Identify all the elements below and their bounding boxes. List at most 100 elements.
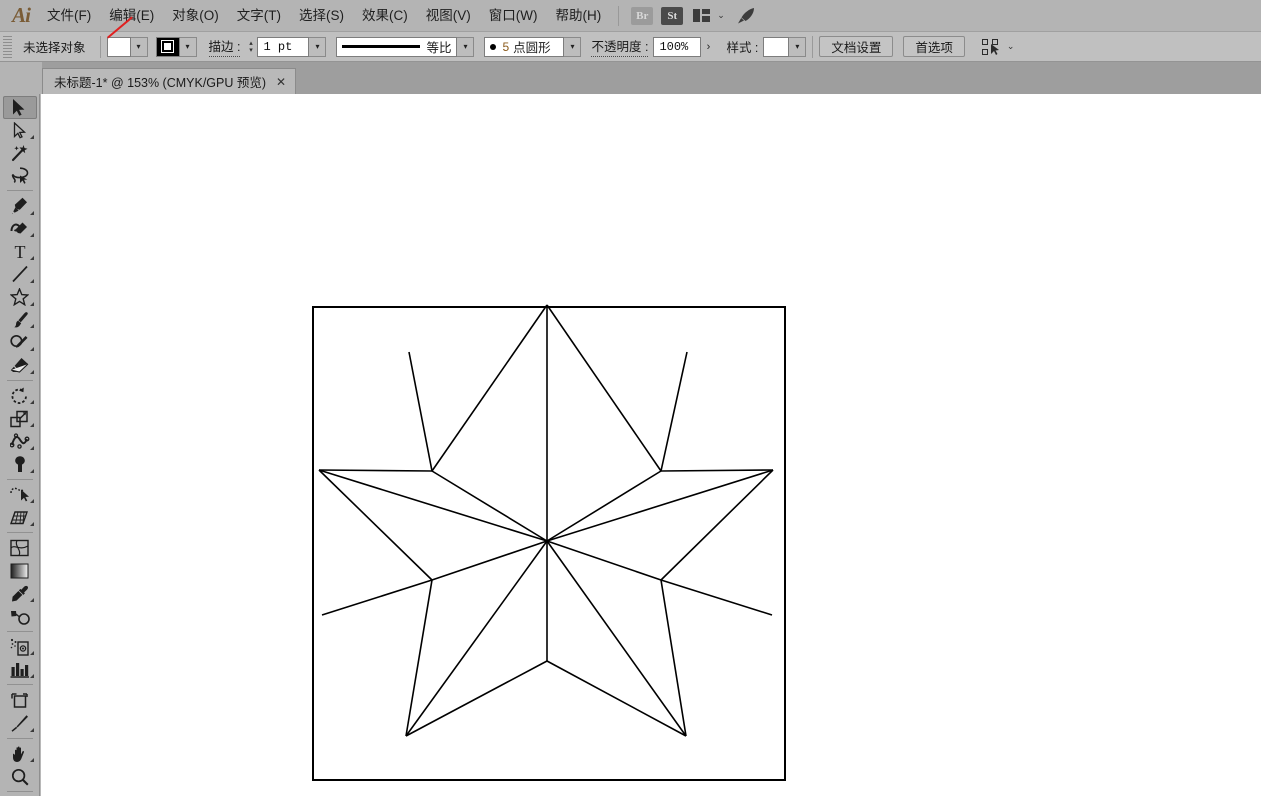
- zoom-tool[interactable]: [3, 765, 37, 788]
- mesh-tool[interactable]: [3, 537, 37, 560]
- arrange-chevron-down-icon[interactable]: ⌄: [717, 10, 725, 21]
- stroke-color-control[interactable]: ▾: [155, 36, 197, 57]
- select-similar-chevron-down-icon[interactable]: ⌄: [1007, 41, 1015, 52]
- arrange-documents-icon[interactable]: [691, 6, 711, 26]
- star-extension[interactable]: [660, 351, 688, 472]
- stroke-dropdown-chevron-down-icon[interactable]: ▾: [179, 36, 197, 57]
- brush-definition-preview[interactable]: 5 点圆形: [484, 36, 565, 57]
- style-chevron-down-icon[interactable]: ▾: [789, 36, 807, 57]
- bridge-icon[interactable]: Br: [631, 6, 654, 25]
- blend-tool[interactable]: [3, 605, 37, 628]
- menu-type[interactable]: 文字(T): [228, 0, 290, 32]
- rocket-icon[interactable]: [735, 6, 759, 26]
- menu-window[interactable]: 窗口(W): [480, 0, 547, 32]
- width-tool[interactable]: [3, 430, 37, 453]
- menu-file[interactable]: 文件(F): [38, 0, 100, 32]
- star-edge[interactable]: [660, 469, 774, 472]
- type-tool[interactable]: T: [3, 240, 37, 263]
- tool-divider-6: [6, 684, 33, 686]
- line-segment-tool[interactable]: [3, 263, 37, 286]
- menu-view[interactable]: 视图(V): [417, 0, 480, 32]
- star-spoke[interactable]: [318, 469, 548, 542]
- star-edge[interactable]: [546, 660, 687, 737]
- opacity-expand-arrow-icon[interactable]: ›: [701, 37, 715, 57]
- fill-color-control[interactable]: ▾: [106, 36, 148, 57]
- stroke-weight-input[interactable]: 1 pt: [257, 36, 310, 57]
- brush-name-label: 点圆形: [513, 41, 551, 55]
- slice-tool[interactable]: [3, 712, 37, 735]
- shape-builder-tool[interactable]: [3, 483, 37, 506]
- star-edge[interactable]: [431, 304, 548, 472]
- stroke-weight-stepper[interactable]: ▴ ▾: [244, 37, 257, 57]
- control-bar: 未选择对象 ▾ ▾ 描边 : ▴ ▾ 1 pt ▾ 等比 ▾ 5 点圆形 ▾ 不…: [0, 32, 1261, 62]
- lasso-tool[interactable]: [3, 164, 37, 187]
- canvas-area[interactable]: [41, 94, 1261, 796]
- gradient-tool[interactable]: [3, 560, 37, 583]
- star-edge[interactable]: [660, 469, 774, 581]
- star-spoke[interactable]: [405, 540, 548, 737]
- stroke-profile-preview[interactable]: 等比: [336, 36, 458, 57]
- star-extension[interactable]: [321, 579, 433, 616]
- curvature-tool[interactable]: [3, 218, 37, 241]
- menu-select[interactable]: 选择(S): [290, 0, 353, 32]
- star-inner-spoke[interactable]: [546, 470, 662, 542]
- preferences-button[interactable]: 首选项: [903, 36, 965, 57]
- star-edge[interactable]: [318, 469, 433, 581]
- symbol-sprayer-tool[interactable]: [3, 636, 37, 659]
- star-inner-spoke[interactable]: [431, 540, 548, 581]
- opacity-input[interactable]: 100%: [653, 36, 702, 57]
- stroke-profile-label: 等比: [426, 41, 452, 55]
- star-inner-spoke[interactable]: [431, 470, 548, 542]
- stroke-weight-chevron-down-icon[interactable]: ▾: [309, 36, 327, 57]
- perspective-grid-tool[interactable]: [3, 506, 37, 529]
- eraser-tool[interactable]: [3, 354, 37, 377]
- menu-help[interactable]: 帮助(H): [546, 0, 610, 32]
- hand-tool[interactable]: [3, 742, 37, 765]
- star-edge[interactable]: [405, 660, 548, 737]
- star-edge[interactable]: [318, 469, 433, 472]
- star-spoke[interactable]: [546, 469, 774, 542]
- opacity-label[interactable]: 不透明度 :: [591, 36, 649, 57]
- rotate-tool[interactable]: [3, 385, 37, 408]
- column-graph-tool[interactable]: [3, 658, 37, 681]
- selection-tool[interactable]: [2, 96, 37, 119]
- close-icon[interactable]: ✕: [276, 75, 286, 89]
- shape-tool[interactable]: [3, 286, 37, 309]
- fill-dropdown-chevron-down-icon[interactable]: ▾: [130, 36, 148, 57]
- star-edge[interactable]: [546, 304, 662, 472]
- brush-chevron-down-icon[interactable]: ▾: [564, 36, 582, 57]
- magic-wand-tool[interactable]: [3, 142, 37, 165]
- star-extension[interactable]: [660, 579, 773, 616]
- tool-divider-8: [6, 790, 33, 792]
- star-edge[interactable]: [660, 579, 687, 737]
- star-edge[interactable]: [405, 579, 433, 737]
- artwork-svg[interactable]: [41, 94, 1261, 796]
- star-inner-spoke[interactable]: [546, 540, 662, 581]
- document-tab[interactable]: 未标题-1* @ 153% (CMYK/GPU 预览) ✕: [42, 68, 297, 94]
- select-similar-icon[interactable]: [981, 37, 1001, 57]
- document-setup-button[interactable]: 文档设置: [819, 36, 894, 57]
- direct-selection-tool[interactable]: [3, 119, 37, 142]
- tool-divider-5: [6, 630, 33, 632]
- menu-object[interactable]: 对象(O): [163, 0, 228, 32]
- document-tab-bar: 未标题-1* @ 153% (CMYK/GPU 预览) ✕: [0, 62, 1261, 94]
- pen-tool[interactable]: [3, 195, 37, 218]
- pencil-tool[interactable]: [3, 331, 37, 354]
- graphic-style-swatch[interactable]: [763, 36, 790, 57]
- selection-status-label: 未选择对象: [23, 41, 86, 55]
- stroke-weight-label[interactable]: 描边 :: [208, 36, 241, 57]
- svg-text:T: T: [14, 243, 25, 260]
- artboard-tool[interactable]: [3, 689, 37, 712]
- stroke-swatch[interactable]: [155, 36, 180, 57]
- paintbrush-tool[interactable]: [3, 309, 37, 332]
- stroke-profile-chevron-down-icon[interactable]: ▾: [457, 36, 475, 57]
- fill-swatch[interactable]: [106, 36, 131, 57]
- free-transform-tool[interactable]: [3, 453, 37, 476]
- scale-tool[interactable]: [3, 407, 37, 430]
- control-bar-grip[interactable]: [3, 35, 12, 58]
- stock-icon[interactable]: St: [661, 6, 684, 25]
- star-spoke[interactable]: [546, 540, 687, 737]
- menu-effect[interactable]: 效果(C): [353, 0, 417, 32]
- star-extension[interactable]: [408, 351, 433, 472]
- eyedropper-tool[interactable]: [3, 582, 37, 605]
